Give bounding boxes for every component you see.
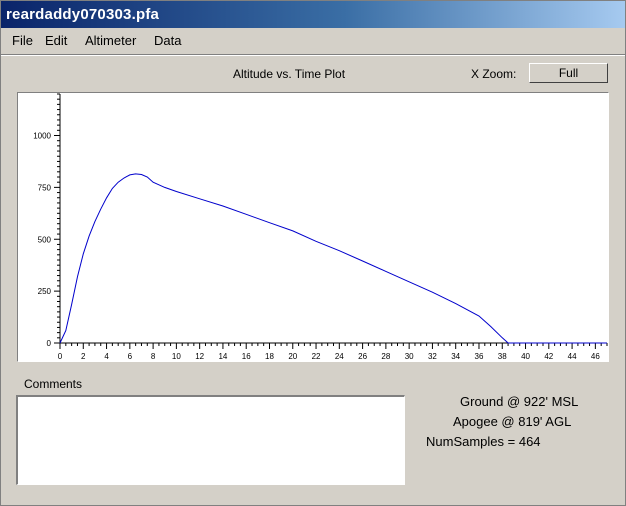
ground-altitude: Ground @ 922' MSL (460, 394, 579, 409)
y-tick-label: 0 (47, 339, 52, 348)
menu-bar: File Edit Altimeter Data (1, 30, 625, 52)
x-tick-label: 42 (544, 352, 553, 361)
x-tick-label: 26 (358, 352, 367, 361)
menu-data[interactable]: Data (154, 33, 181, 48)
x-tick-label: 22 (312, 352, 321, 361)
x-tick-label: 16 (242, 352, 251, 361)
x-tick-label: 4 (104, 352, 109, 361)
menu-divider (1, 54, 625, 56)
menu-file[interactable]: File (12, 33, 33, 48)
app-window: reardaddy070303.pfa File Edit Altimeter … (0, 0, 626, 506)
x-tick-label: 38 (498, 352, 507, 361)
x-tick-label: 24 (335, 352, 344, 361)
x-tick-label: 28 (381, 352, 390, 361)
x-tick-label: 12 (195, 352, 204, 361)
plot-title: Altitude vs. Time Plot (233, 67, 346, 81)
x-tick-label: 36 (475, 352, 484, 361)
x-tick-label: 30 (405, 352, 414, 361)
num-samples: NumSamples = 464 (426, 434, 541, 449)
x-tick-label: 46 (591, 352, 600, 361)
altitude-chart: 025050075010000 2 4 6 8 10 12 14 16 18 20 22 24 26 28 3… (33, 93, 608, 361)
y-tick-label: 500 (38, 235, 52, 244)
x-tick-label: 14 (218, 352, 227, 361)
menu-edit[interactable]: Edit (45, 33, 67, 48)
x-tick-label: 44 (568, 352, 577, 361)
x-tick-label: 2 (81, 352, 86, 361)
y-tick-label: 750 (38, 183, 52, 192)
comments-label: Comments (24, 377, 83, 391)
apogee-altitude: Apogee @ 819' AGL (453, 414, 572, 429)
xzoom-full-button[interactable]: Full (529, 63, 608, 83)
title-bar[interactable]: reardaddy070303.pfa (1, 1, 625, 28)
x-tick-label: 8 (151, 352, 156, 361)
x-tick-label: 18 (265, 352, 274, 361)
plot-area[interactable]: 0 250 500 750 1000 0 2 4 6 8 10 12 14 16 18 20 22 24 26 28 3… (17, 92, 609, 362)
x-tick-label: 0 (58, 352, 63, 361)
menu-altimeter[interactable]: Altimeter (85, 33, 136, 48)
x-tick-label: 40 (521, 352, 530, 361)
altitude-series-line (59, 173, 607, 344)
window-title: reardaddy070303.pfa (6, 6, 160, 23)
x-tick-label: 10 (172, 352, 181, 361)
x-tick-label: 20 (288, 352, 297, 361)
y-tick-label: 250 (38, 287, 52, 296)
comments-textarea[interactable] (16, 395, 405, 485)
x-tick-label: 32 (428, 352, 437, 361)
x-tick-label: 34 (451, 352, 460, 361)
x-tick-label: 6 (128, 352, 133, 361)
xzoom-label: X Zoom: (471, 67, 517, 81)
y-tick-label: 1000 (33, 132, 51, 141)
